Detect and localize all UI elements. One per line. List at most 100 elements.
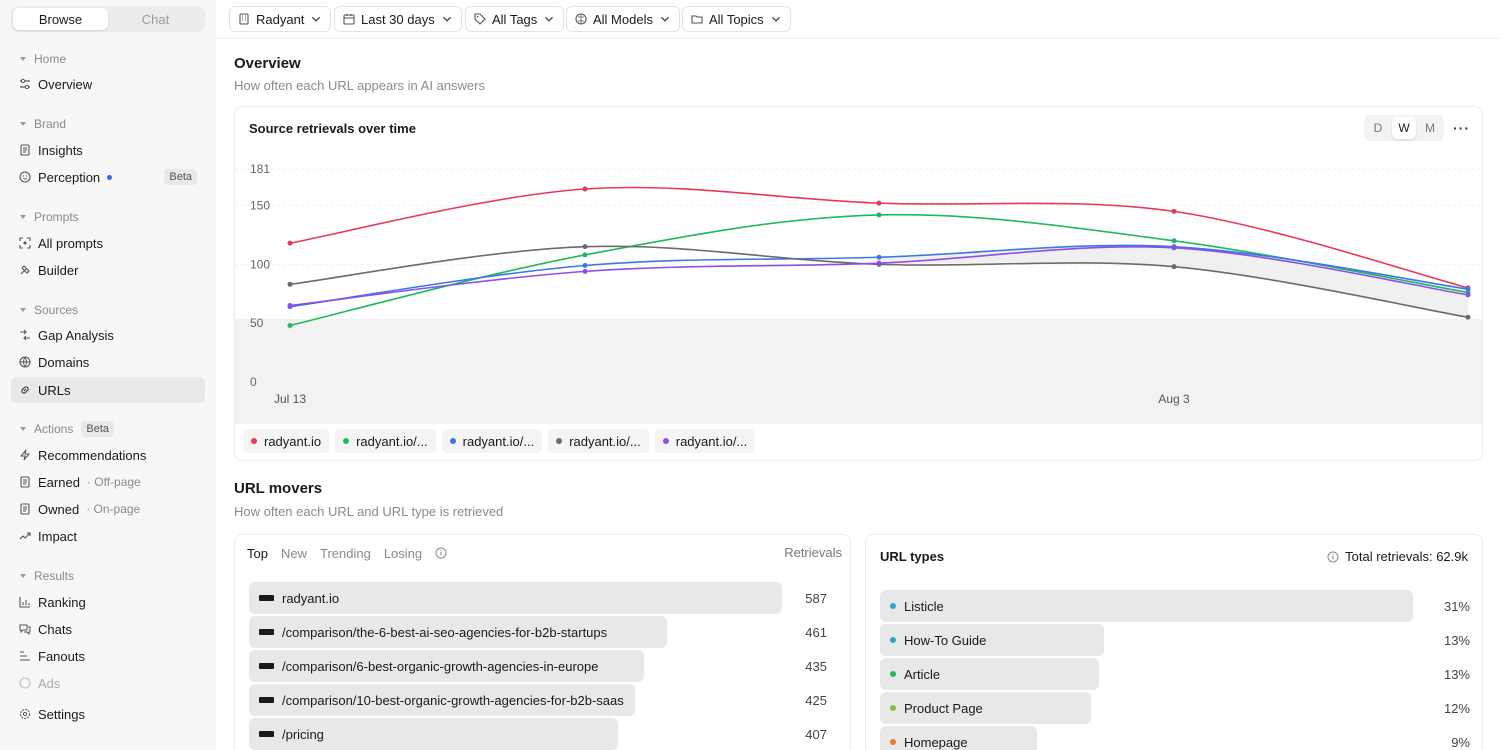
data-point xyxy=(1465,286,1471,292)
document-icon xyxy=(19,476,31,488)
site-favicon-icon xyxy=(259,663,274,669)
sidebar-item-recommendations[interactable]: Recommendations xyxy=(11,442,205,468)
more-options-icon[interactable]: ··· xyxy=(1453,120,1470,136)
data-point xyxy=(876,212,882,218)
sidebar-item-gap-analysis[interactable]: Gap Analysis xyxy=(11,322,205,348)
table-row[interactable]: Product Page 12% xyxy=(880,692,1470,724)
data-point xyxy=(1171,208,1177,214)
section-brand[interactable]: Brand xyxy=(20,116,66,132)
folder-icon xyxy=(691,15,703,24)
type-label: Product Page xyxy=(890,692,983,724)
url-label: /comparison/10-best-organic-growth-agenc… xyxy=(259,684,624,716)
granularity-day[interactable]: D xyxy=(1366,117,1390,139)
beta-badge: Beta xyxy=(164,169,197,185)
info-icon[interactable] xyxy=(435,547,447,559)
data-point xyxy=(1171,245,1177,251)
data-point xyxy=(287,323,293,329)
brand-filter[interactable]: Radyant xyxy=(229,6,332,32)
legend-item[interactable]: radyant.io/... xyxy=(654,429,756,453)
total-retrievals: Total retrievals: 62.9k xyxy=(1327,549,1468,564)
type-text: Product Page xyxy=(904,700,983,716)
sidebar-item-ads[interactable]: Ads xyxy=(11,670,205,696)
data-point xyxy=(876,254,882,260)
tab-trending[interactable]: Trending xyxy=(320,546,371,561)
table-row[interactable]: /comparison/the-6-best-ai-seo-agencies-f… xyxy=(249,616,839,648)
type-label: How-To Guide xyxy=(890,624,986,656)
legend-item[interactable]: radyant.io/... xyxy=(441,429,543,453)
sidebar-item-domains[interactable]: Domains xyxy=(11,349,205,375)
type-text: Article xyxy=(904,666,941,682)
sidebar-item-settings[interactable]: Settings xyxy=(11,701,205,727)
url-label: radyant.io xyxy=(259,582,339,614)
fanout-icon xyxy=(19,650,31,662)
split-arrows-icon xyxy=(19,329,31,341)
data-point xyxy=(582,268,588,274)
granularity-month[interactable]: M xyxy=(1418,117,1442,139)
lightning-icon xyxy=(19,449,31,461)
url-label: /comparison/6-best-organic-growth-agenci… xyxy=(259,650,599,682)
table-row[interactable]: /pricing 407 xyxy=(249,718,839,750)
data-point xyxy=(582,186,588,192)
chart-legend: radyant.io radyant.io/... radyant.io/...… xyxy=(243,429,756,453)
topics-filter[interactable]: All Topics xyxy=(682,6,791,32)
sidebar-item-perception[interactable]: Perception Beta xyxy=(11,164,205,190)
table-row[interactable]: radyant.io 587 xyxy=(249,582,839,614)
date-range-filter[interactable]: Last 30 days xyxy=(334,6,462,32)
site-favicon-icon xyxy=(259,697,274,703)
sidebar-item-owned[interactable]: Owned · On-page xyxy=(11,496,205,522)
chevron-down-icon xyxy=(442,16,451,22)
sidebar-item-insights[interactable]: Insights xyxy=(11,137,205,163)
tab-losing[interactable]: Losing xyxy=(384,546,422,561)
granularity-toggle: D W M xyxy=(1364,115,1444,141)
tab-top[interactable]: Top xyxy=(247,546,268,561)
section-results[interactable]: Results xyxy=(20,568,74,584)
collapse-triangle-icon xyxy=(20,122,26,126)
chart-shaded-band xyxy=(235,319,1482,424)
table-row[interactable]: /comparison/6-best-organic-growth-agenci… xyxy=(249,650,839,682)
table-row[interactable]: Homepage 9% xyxy=(880,726,1470,750)
section-prompts[interactable]: Prompts xyxy=(20,209,79,225)
type-share-bar xyxy=(880,590,1413,622)
source-retrievals-card: Source retrievals over time D W M ··· 18… xyxy=(234,106,1483,461)
legend-dot xyxy=(343,438,350,444)
tab-new[interactable]: New xyxy=(281,546,307,561)
sidebar-item-fanouts[interactable]: Fanouts xyxy=(11,643,205,669)
url-text: /pricing xyxy=(282,726,324,742)
section-sources[interactable]: Sources xyxy=(20,302,78,318)
section-actions[interactable]: Actions Beta xyxy=(20,421,114,437)
new-indicator-dot xyxy=(107,174,113,180)
sidebar-item-all-prompts[interactable]: All prompts xyxy=(11,230,205,256)
info-icon[interactable] xyxy=(1327,551,1339,563)
retrievals-line-chart: 181 150 100 50 0 Jul 13 Aug 3 xyxy=(235,162,1482,424)
table-row[interactable]: /comparison/10-best-organic-growth-agenc… xyxy=(249,684,839,716)
section-home[interactable]: Home xyxy=(20,51,66,67)
data-point xyxy=(582,262,588,268)
sidebar-item-chats[interactable]: Chats xyxy=(11,616,205,642)
sidebar-item-earned[interactable]: Earned · Off-page xyxy=(11,469,205,495)
url-label: /pricing xyxy=(259,718,324,750)
granularity-week[interactable]: W xyxy=(1392,117,1416,139)
sidebar-item-impact[interactable]: Impact xyxy=(11,523,205,549)
type-percentage: 12% xyxy=(1443,700,1470,716)
models-filter[interactable]: All Models xyxy=(566,6,680,32)
legend-item[interactable]: radyant.io/... xyxy=(335,429,436,453)
table-row[interactable]: Article 13% xyxy=(880,658,1470,690)
sidebar-item-ranking[interactable]: Ranking xyxy=(11,589,205,615)
legend-item[interactable]: radyant.io xyxy=(243,429,330,453)
url-text: /comparison/10-best-organic-growth-agenc… xyxy=(282,692,624,708)
data-point xyxy=(876,260,882,266)
table-row[interactable]: How-To Guide 13% xyxy=(880,624,1470,656)
gear-icon xyxy=(19,708,31,720)
sidebar-item-builder[interactable]: Builder xyxy=(11,257,205,283)
collapse-triangle-icon xyxy=(20,574,26,578)
tags-filter[interactable]: All Tags xyxy=(465,6,565,32)
tab-chat[interactable]: Chat xyxy=(108,8,203,30)
sidebar-item-urls[interactable]: URLs xyxy=(11,377,205,403)
type-text: Listicle xyxy=(904,598,944,614)
legend-item[interactable]: radyant.io/... xyxy=(548,429,649,453)
sidebar-item-overview[interactable]: Overview xyxy=(11,71,205,97)
table-row[interactable]: Listicle 31% xyxy=(880,590,1470,622)
legend-dot xyxy=(556,438,563,444)
tab-browse[interactable]: Browse xyxy=(13,8,108,30)
retrieval-count: 587 xyxy=(805,590,827,606)
